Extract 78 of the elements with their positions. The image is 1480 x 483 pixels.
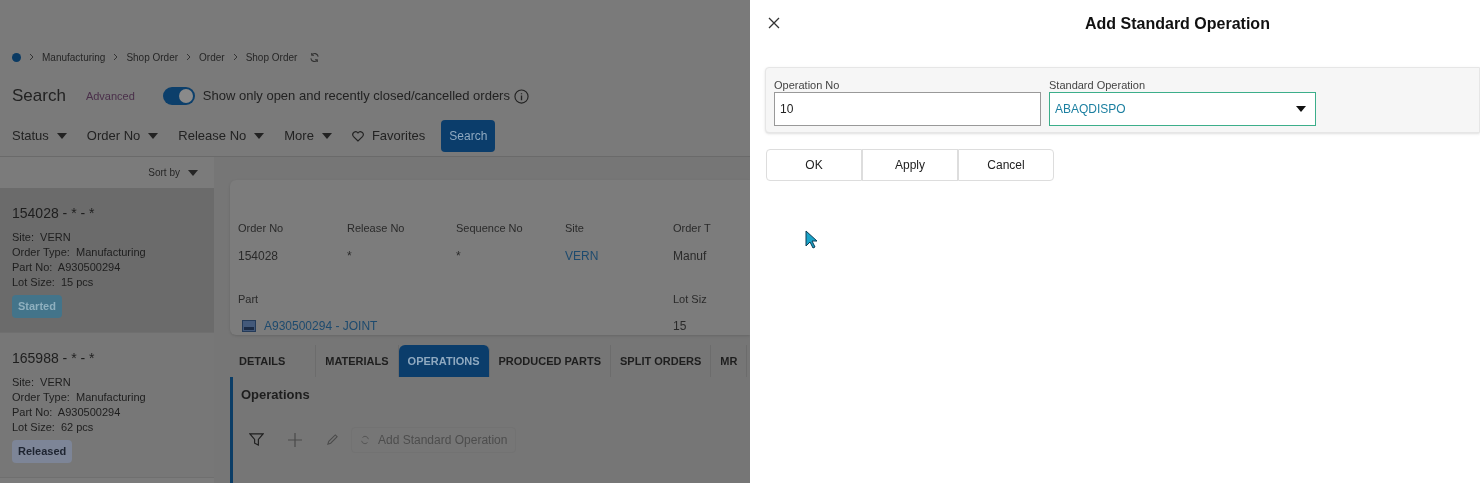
chevron-icon bbox=[232, 53, 238, 61]
chevron-icon bbox=[186, 53, 192, 61]
dialog-button[interactable]: Apply bbox=[862, 149, 958, 181]
field-value: * bbox=[347, 247, 353, 265]
tab[interactable]: PRODUCED PARTS bbox=[489, 345, 611, 377]
field-label: Standard Operation bbox=[1049, 78, 1146, 92]
breadcrumb-link[interactable]: Order bbox=[199, 49, 225, 65]
dialog-title: Add Standard Operation bbox=[1085, 14, 1270, 34]
field-label: Part bbox=[238, 291, 260, 307]
status-badge: Released bbox=[12, 440, 73, 463]
order-field: Lot Size: 15 pcs bbox=[12, 275, 94, 290]
field-label: Order T bbox=[673, 221, 712, 236]
advanced-link[interactable]: Advanced bbox=[85, 87, 135, 105]
chevron-icon bbox=[113, 53, 119, 61]
order-field: Site: VERN bbox=[12, 375, 71, 390]
order-field: Lot Size: 62 pcs bbox=[12, 420, 94, 435]
sort-button[interactable]: Sort by bbox=[148, 165, 198, 180]
pointer-icon bbox=[805, 230, 818, 249]
breadcrumb-link[interactable]: Shop Order bbox=[126, 49, 179, 65]
favorites-button[interactable]: Favorites bbox=[351, 126, 426, 146]
tab[interactable]: MR bbox=[711, 345, 748, 377]
part-link[interactable]: A930500294 - JOINT bbox=[264, 317, 378, 335]
order-field: Site: VERN bbox=[12, 230, 71, 245]
home-icon[interactable] bbox=[12, 52, 21, 62]
filter-dropdown[interactable]: Order No bbox=[86, 126, 159, 146]
caret-icon bbox=[56, 133, 67, 139]
caret-icon bbox=[321, 133, 332, 139]
field-label: Sequence No bbox=[456, 221, 524, 236]
tab[interactable]: DETAILS bbox=[230, 345, 317, 377]
info-icon[interactable] bbox=[513, 88, 529, 104]
field-label: Operation No bbox=[774, 78, 841, 92]
tab[interactable]: MATERIALS bbox=[316, 345, 399, 377]
order-field: Order Type: Manufacturing bbox=[12, 390, 146, 405]
close-button[interactable] bbox=[768, 17, 780, 29]
status-badge: Started bbox=[12, 295, 62, 318]
order-title: 154028 - * - * bbox=[12, 204, 95, 223]
filter-dropdown[interactable]: Status bbox=[12, 126, 67, 146]
field-value: 154028 bbox=[238, 247, 280, 265]
caret-icon bbox=[148, 133, 159, 139]
field-label: Site bbox=[565, 221, 585, 236]
order-title: 165988 - * - * bbox=[12, 349, 95, 368]
search-button[interactable]: Search bbox=[441, 120, 496, 152]
heart-icon bbox=[351, 130, 364, 142]
caret-icon bbox=[1296, 106, 1306, 112]
toggle-switch[interactable] bbox=[162, 87, 195, 105]
order-field: Order Type: Manufacturing bbox=[12, 245, 146, 260]
order-field: Part No: A930500294 bbox=[12, 260, 121, 275]
caret-icon bbox=[254, 133, 265, 139]
filter-dropdown[interactable]: More bbox=[284, 126, 332, 146]
refresh-icon[interactable] bbox=[309, 51, 321, 63]
field-label: Lot Siz bbox=[673, 291, 708, 307]
search-title: Search bbox=[12, 85, 66, 108]
breadcrumb-link[interactable]: Manufacturing bbox=[42, 49, 106, 65]
caret-icon bbox=[188, 169, 198, 176]
section-title: Operations bbox=[241, 386, 311, 404]
field-label: Release No bbox=[347, 221, 406, 236]
breadcrumb-link[interactable]: Shop Order bbox=[245, 49, 298, 65]
part-icon bbox=[242, 320, 256, 332]
input-field[interactable]: 10 bbox=[774, 92, 1041, 126]
tab[interactable]: SPLIT ORDERS bbox=[611, 345, 712, 377]
field-value: Manuf bbox=[673, 247, 708, 265]
order-list-item[interactable]: 154028 - * - * Site: VERN Order Type: Manufacturing Part No: A930500294 Lot Size: 15 pcs Started bbox=[0, 188, 214, 333]
refresh-icon bbox=[360, 434, 370, 445]
field-label: Order No bbox=[238, 221, 285, 236]
order-list-item[interactable]: 165988 - * - * Site: VERN Order Type: Manufacturing Part No: A930500294 Lot Size: 62 pcs Released bbox=[0, 333, 214, 478]
tab[interactable]: OPERATIONS bbox=[398, 345, 490, 377]
order-field: Part No: A930500294 bbox=[12, 405, 121, 420]
field-value: * bbox=[456, 247, 462, 265]
dialog-button[interactable]: OK bbox=[766, 149, 862, 181]
site-link[interactable]: VERN bbox=[565, 246, 673, 265]
chevron-icon bbox=[29, 53, 34, 61]
pencil-icon[interactable] bbox=[326, 433, 339, 446]
dialog-button[interactable]: Cancel bbox=[958, 149, 1054, 181]
filter-icon[interactable] bbox=[249, 432, 264, 447]
filter-dropdown[interactable]: Release No bbox=[178, 126, 265, 146]
field-value: 15 bbox=[673, 318, 688, 335]
dropdown-field[interactable]: ABAQDISPO bbox=[1049, 92, 1316, 126]
toggle-label: Show only open and recently closed/cancelled orders bbox=[202, 87, 510, 106]
